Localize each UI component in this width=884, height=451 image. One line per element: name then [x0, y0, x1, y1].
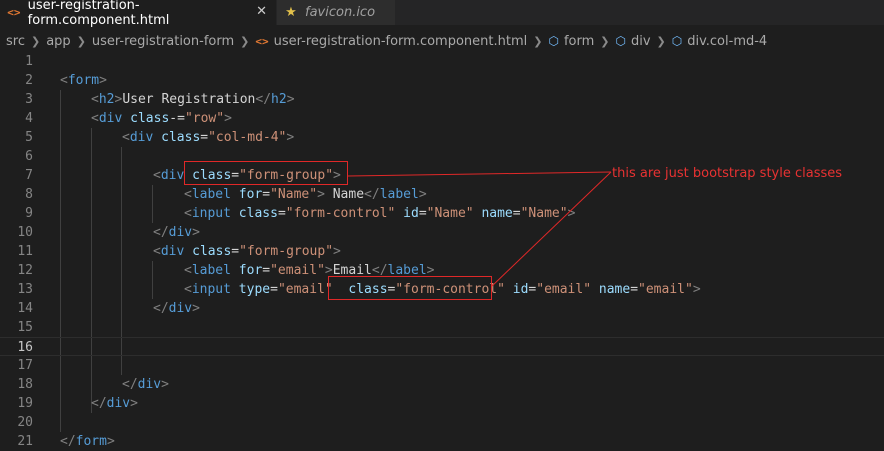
annotation-line-lower [491, 171, 612, 287]
annotation-line-upper [347, 171, 612, 177]
annotation-note: this are just bootstrap style classes [612, 166, 843, 181]
annotation-arrows [347, 171, 612, 287]
